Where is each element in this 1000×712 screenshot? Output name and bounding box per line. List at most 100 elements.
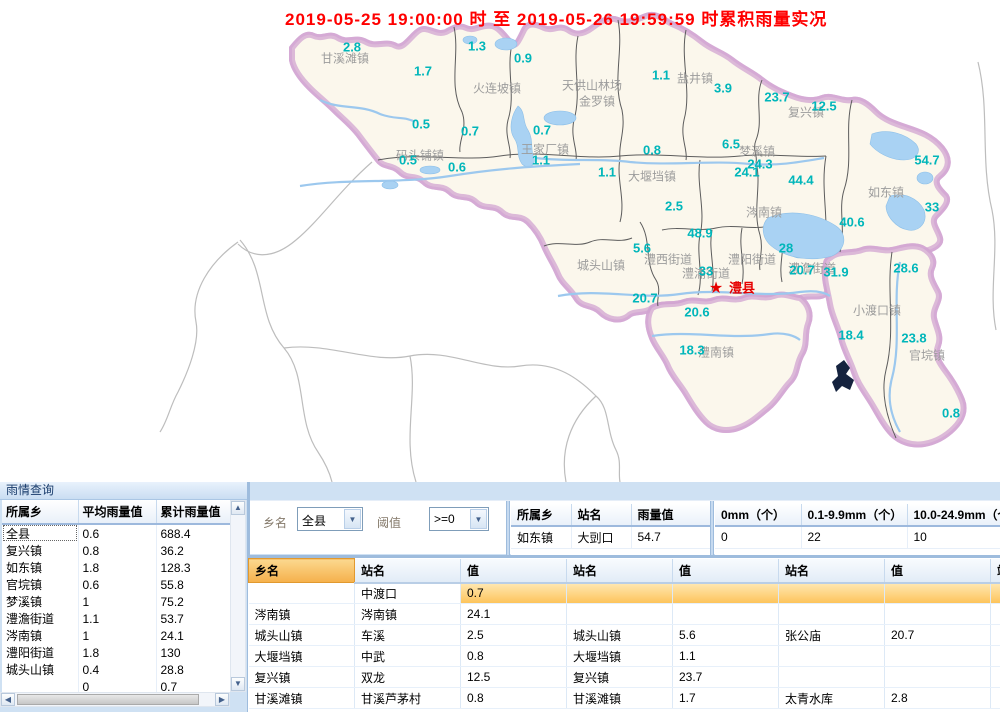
table-cell[interactable]: 澧阳街道 — [2, 644, 78, 661]
table-cell[interactable] — [885, 583, 991, 604]
table-cell[interactable]: 1.1 — [673, 646, 779, 667]
scroll-up-icon[interactable]: ▲ — [231, 501, 245, 515]
table-cell[interactable]: 1 — [78, 593, 156, 610]
table-cell[interactable]: 12.5 — [461, 667, 567, 688]
table-cell[interactable]: 2.5 — [461, 625, 567, 646]
table-cell[interactable]: 130 — [156, 644, 230, 661]
table-cell[interactable]: 梦溪镇 — [2, 593, 78, 610]
table-row[interactable]: 城头山镇0.428.8 — [2, 661, 230, 678]
column-header[interactable]: 站名 — [571, 504, 631, 526]
table-row[interactable]: 官垸镇0.655.8 — [2, 576, 230, 593]
table-cell[interactable]: 10 — [907, 526, 1000, 548]
table-row[interactable]: 梦溪镇175.2 — [2, 593, 230, 610]
table-cell[interactable] — [779, 646, 885, 667]
table-row[interactable]: 中渡口0.7 — [249, 583, 1000, 604]
column-header[interactable]: 值 — [461, 559, 567, 583]
table-cell[interactable]: 大堰垱镇 — [249, 646, 355, 667]
table-cell[interactable]: 中渡口 — [355, 583, 461, 604]
table-row[interactable]: 澧澹街道1.153.7 — [2, 610, 230, 627]
column-header[interactable]: 雨量值 — [631, 504, 710, 526]
table-row[interactable]: 涔南镇涔南镇24.1 — [249, 604, 1000, 625]
table-row[interactable]: 甘溪滩镇甘溪芦茅村0.8甘溪滩镇1.7太青水库2.8 — [249, 688, 1000, 709]
column-header[interactable]: 值 — [885, 559, 991, 583]
table-cell[interactable] — [885, 667, 991, 688]
table-cell[interactable]: 128.3 — [156, 559, 230, 576]
column-header[interactable]: 平均雨量值 — [78, 500, 156, 524]
table-cell[interactable]: 0.7 — [461, 583, 567, 604]
table-cell[interactable] — [991, 646, 1000, 667]
threshold-select[interactable]: >=0 ▼ — [429, 507, 489, 531]
table-cell[interactable]: 中武 — [355, 646, 461, 667]
table-cell[interactable]: 688.4 — [156, 524, 230, 542]
table-cell[interactable]: 1.1 — [78, 610, 156, 627]
table-cell[interactable]: 1.8 — [78, 559, 156, 576]
table-cell[interactable] — [885, 604, 991, 625]
scroll-right-icon[interactable]: ▶ — [215, 693, 229, 706]
scroll-down-icon[interactable]: ▼ — [231, 677, 245, 691]
column-header[interactable]: 0mm（个） — [715, 504, 801, 526]
table-cell[interactable]: 55.8 — [156, 576, 230, 593]
column-header[interactable]: 0.1-9.9mm（个） — [801, 504, 907, 526]
table-cell[interactable] — [779, 667, 885, 688]
section-splitter[interactable] — [506, 501, 510, 555]
table-row[interactable]: 如东镇大剅口54.7 — [511, 526, 710, 548]
chevron-down-icon[interactable]: ▼ — [344, 509, 361, 529]
column-header[interactable]: 站名 — [355, 559, 461, 583]
table-cell[interactable]: 澧澹街道 — [2, 610, 78, 627]
table-row[interactable]: 如东镇1.8128.3 — [2, 559, 230, 576]
table-cell[interactable]: 0 — [715, 526, 801, 548]
column-header[interactable]: 10.0-24.9mm（个） — [907, 504, 1000, 526]
summary-hscrollbar[interactable]: ◀ ▶ — [0, 692, 230, 707]
column-header[interactable]: 站名 — [567, 559, 673, 583]
table-row[interactable]: 城头山镇车溪2.5城头山镇5.6张公庙20.7 — [249, 625, 1000, 646]
table-cell[interactable]: 22 — [801, 526, 907, 548]
table-cell[interactable]: 0.6 — [78, 576, 156, 593]
table-cell[interactable]: 1.8 — [78, 644, 156, 661]
table-cell[interactable]: 2.8 — [885, 688, 991, 709]
table-cell[interactable]: 1.7 — [673, 688, 779, 709]
table-row[interactable]: 涔南镇124.1 — [2, 627, 230, 644]
table-cell[interactable]: 城头山镇 — [249, 625, 355, 646]
table-cell[interactable] — [779, 583, 885, 604]
table-cell[interactable] — [885, 646, 991, 667]
table-cell[interactable]: 车溪 — [355, 625, 461, 646]
table-row[interactable]: 02210 — [715, 526, 1000, 548]
table-cell[interactable]: 甘溪滩镇 — [567, 688, 673, 709]
table-cell[interactable] — [673, 604, 779, 625]
table-cell[interactable]: 张公庙 — [779, 625, 885, 646]
table-cell[interactable] — [673, 583, 779, 604]
table-row[interactable]: 澧阳街道1.8130 — [2, 644, 230, 661]
table-cell[interactable] — [991, 688, 1000, 709]
scroll-left-icon[interactable]: ◀ — [1, 693, 15, 706]
table-row[interactable]: 大堰垱镇中武0.8大堰垱镇1.1 — [249, 646, 1000, 667]
column-header[interactable]: 累计雨量值 — [156, 500, 230, 524]
table-cell[interactable]: 28.8 — [156, 661, 230, 678]
table-cell[interactable]: 0.8 — [78, 542, 156, 559]
chevron-down-icon[interactable]: ▼ — [470, 509, 487, 529]
table-cell[interactable]: 0.6 — [78, 524, 156, 542]
table-cell[interactable]: 75.2 — [156, 593, 230, 610]
table-cell[interactable]: 1 — [78, 627, 156, 644]
table-cell[interactable]: 涔南镇 — [355, 604, 461, 625]
column-header[interactable]: 所属乡 — [2, 500, 78, 524]
table-cell[interactable]: 0.4 — [78, 661, 156, 678]
table-row[interactable]: 复兴镇双龙12.5复兴镇23.7 — [249, 667, 1000, 688]
table-cell[interactable]: 复兴镇 — [249, 667, 355, 688]
column-header[interactable]: 值 — [673, 559, 779, 583]
column-header[interactable]: 乡名 — [249, 559, 355, 583]
summary-vscrollbar[interactable]: ▲ ▼ — [230, 500, 246, 692]
table-cell[interactable] — [991, 604, 1000, 625]
table-cell[interactable]: 大剅口 — [571, 526, 631, 548]
table-cell[interactable] — [249, 583, 355, 604]
table-cell[interactable] — [779, 604, 885, 625]
table-row[interactable]: 全县0.6688.4 — [2, 524, 230, 542]
table-cell[interactable]: 大堰垱镇 — [567, 646, 673, 667]
table-cell[interactable]: 如东镇 — [511, 526, 571, 548]
table-cell[interactable]: 全县 — [2, 524, 78, 542]
table-cell[interactable]: 24.1 — [156, 627, 230, 644]
table-cell[interactable] — [567, 583, 673, 604]
column-header[interactable]: 站 — [991, 559, 1000, 583]
table-cell[interactable] — [991, 583, 1000, 604]
table-cell[interactable]: 复兴镇 — [567, 667, 673, 688]
table-cell[interactable]: 涔南镇 — [2, 627, 78, 644]
